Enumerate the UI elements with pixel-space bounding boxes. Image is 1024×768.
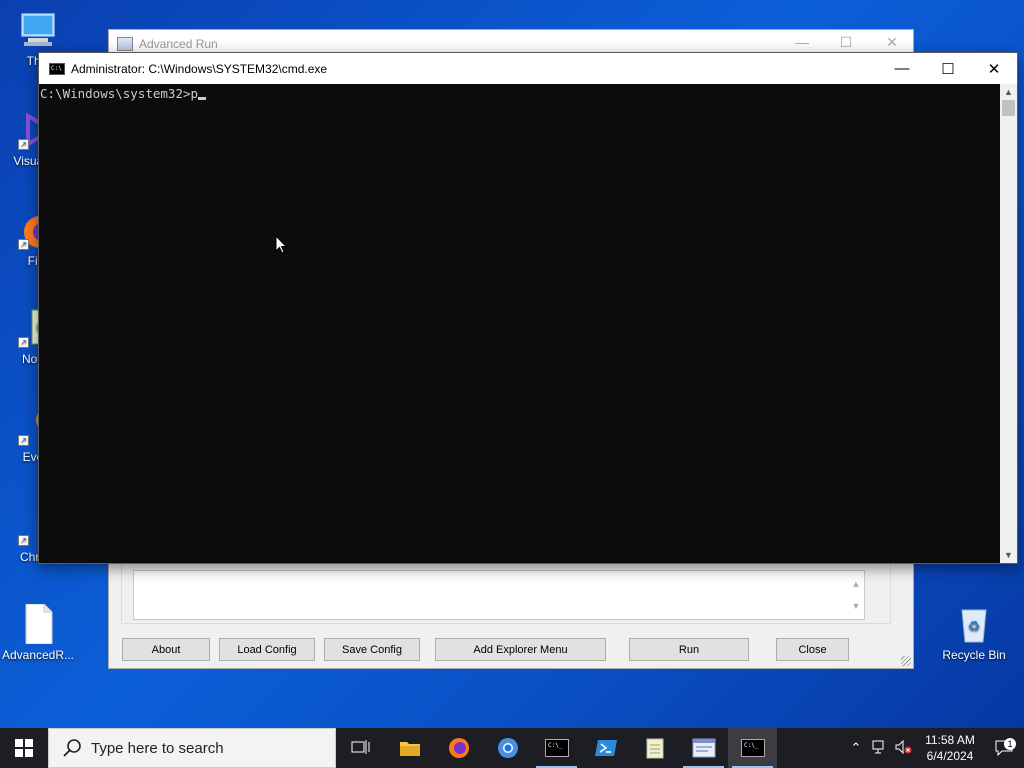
taskbar-cmd[interactable]: C:\_ [532, 728, 581, 768]
desktop-icon-label: Recycle Bin [942, 648, 1006, 662]
add-explorer-menu-button[interactable]: Add Explorer Menu [435, 638, 606, 661]
command-prompt-icon: C:\_ [740, 739, 765, 757]
advanced-run-icon [692, 738, 715, 758]
computer-icon [18, 10, 58, 50]
taskbar-advancedrun[interactable] [679, 728, 728, 768]
windows-logo-icon [15, 739, 33, 757]
desktop-icon-recycle-bin[interactable]: ♻ Recycle Bin [936, 604, 1012, 662]
clock[interactable]: 11:58 AM 6/4/2024 [916, 732, 984, 764]
clock-date: 6/4/2024 [926, 749, 974, 763]
text-cursor [198, 97, 207, 100]
shortcut-arrow-icon: ↗ [18, 435, 29, 446]
start-button[interactable] [0, 728, 48, 768]
chrome-icon [497, 738, 518, 758]
taskbar-file-explorer[interactable] [385, 728, 434, 768]
svg-text:C:\_: C:\_ [744, 742, 759, 749]
network-icon[interactable] [868, 740, 892, 757]
close-button[interactable]: Close [776, 638, 849, 661]
cmd-window[interactable]: C:\ Administrator: C:\Windows\SYSTEM32\c… [38, 52, 1018, 564]
advanced-run-title: Advanced Run [139, 37, 218, 51]
text-area-scrollbar[interactable]: ▲ ▼ [850, 573, 862, 617]
save-config-button[interactable]: Save Config [324, 638, 420, 661]
advanced-run-app-icon [117, 37, 133, 51]
about-button[interactable]: About [122, 638, 210, 661]
scroll-up-arrow-icon[interactable]: ▲ [1000, 84, 1017, 100]
close-icon[interactable]: ✕ [869, 34, 915, 51]
notepad-icon [646, 738, 663, 759]
shortcut-arrow-icon: ↗ [18, 239, 29, 250]
advanced-run-text-area[interactable]: ▲ ▼ [133, 570, 865, 620]
console-output[interactable]: C:\Windows\system32>p [39, 84, 1001, 563]
task-view-button[interactable] [336, 728, 385, 768]
taskbar-cmd-active[interactable]: C:\_ [728, 728, 777, 768]
svg-text:C:\_: C:\_ [548, 742, 563, 749]
taskbar: Type here to search C:\_ C:\_ ⌃ 11:58 AM [0, 728, 1024, 768]
task-view-icon [351, 740, 369, 754]
system-tray: ⌃ 11:58 AM 6/4/2024 1 [844, 728, 1024, 768]
console-input[interactable]: p [191, 86, 199, 101]
shortcut-arrow-icon: ↗ [18, 139, 29, 150]
run-button[interactable]: Run [629, 638, 749, 661]
cmd-app-icon: C:\ [49, 62, 65, 75]
cmd-vertical-scrollbar[interactable]: ▲ ▼ [1000, 84, 1017, 563]
cmd-title: Administrator: C:\Windows\SYSTEM32\cmd.e… [71, 61, 328, 76]
scroll-down-arrow-icon[interactable]: ▼ [1000, 547, 1017, 563]
search-placeholder: Type here to search [91, 739, 224, 757]
search-icon [63, 739, 81, 757]
close-icon[interactable]: ✕ [971, 53, 1017, 84]
recycle-bin-icon: ♻ [954, 604, 994, 644]
taskbar-chrome[interactable] [483, 728, 532, 768]
shortcut-arrow-icon: ↗ [18, 535, 29, 546]
shortcut-arrow-icon: ↗ [18, 337, 29, 348]
clock-time: 11:58 AM [925, 733, 975, 747]
volume-muted-icon[interactable] [892, 739, 916, 757]
firefox-icon [448, 738, 469, 758]
minimize-icon[interactable]: — [779, 34, 825, 50]
chevron-up-icon[interactable]: ⌃ [844, 740, 868, 756]
console-prompt: C:\Windows\system32> [40, 86, 191, 101]
mouse-pointer-icon [275, 235, 287, 254]
maximize-icon[interactable]: ☐ [823, 34, 869, 51]
scroll-thumb[interactable] [1002, 100, 1015, 116]
svg-text:♻: ♻ [968, 618, 981, 634]
load-config-button[interactable]: Load Config [219, 638, 315, 661]
command-prompt-icon: C:\_ [544, 739, 569, 757]
powershell-icon [594, 740, 617, 756]
folder-icon [399, 742, 420, 756]
taskbar-firefox[interactable] [434, 728, 483, 768]
resize-grip[interactable] [901, 656, 911, 666]
minimize-icon[interactable]: — [879, 53, 925, 84]
taskbar-notepad[interactable] [630, 728, 679, 768]
taskbar-powershell[interactable] [581, 728, 630, 768]
file-icon [18, 603, 58, 645]
cmd-titlebar[interactable]: C:\ Administrator: C:\Windows\SYSTEM32\c… [39, 53, 1017, 84]
desktop-icon-advancedrun-file[interactable]: AdvancedR... [0, 603, 76, 662]
notification-center-button[interactable]: 1 [984, 738, 1024, 756]
taskbar-search-box[interactable]: Type here to search [48, 728, 336, 768]
desktop-icon-label: AdvancedR... [1, 648, 75, 662]
desktop: This ↗ Visual 20 ↗ Fire ↗ Notep ↗ Every [0, 0, 1024, 728]
maximize-icon[interactable]: ☐ [925, 53, 971, 84]
notification-badge: 1 [1004, 738, 1016, 750]
